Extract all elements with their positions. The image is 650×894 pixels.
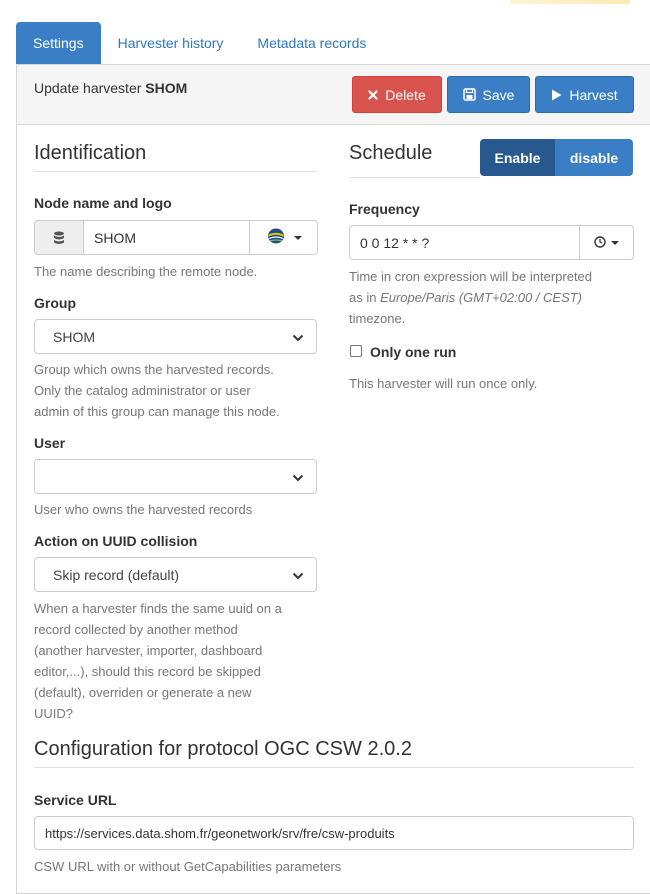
caret-down-icon (611, 240, 619, 245)
logo-dropdown-button[interactable] (250, 220, 318, 255)
frequency-help-line: Time in cron expression will be interpre… (349, 269, 593, 284)
frequency-help-line: as in Europe/Paris (GMT+02:00 / CEST) (349, 287, 639, 308)
panel-header: Update harvester SHOM Delete Save Harves… (17, 65, 650, 125)
globe-logo (266, 227, 286, 248)
frequency-help-prefix: as in (349, 290, 381, 305)
uuid-help-line: record collected by another method (34, 622, 238, 637)
frequency-help: Time in cron expression will be interpre… (349, 266, 639, 329)
group-select[interactable]: SHOM (34, 319, 317, 354)
schedule-divider (349, 177, 480, 178)
group-help: Group which owns the harvested records. … (34, 359, 280, 422)
identification-divider (34, 171, 317, 172)
group-select-value: SHOM (53, 328, 95, 345)
only-one-run-help: This harvester will run once only. (349, 376, 538, 391)
caret-down-icon (293, 235, 302, 240)
service-url-help: CSW URL with or without GetCapabilities … (34, 859, 342, 874)
chevron-down-icon (292, 469, 304, 485)
tab-bar: Settings Harvester history Metadata reco… (16, 22, 650, 64)
database-icon (34, 220, 83, 255)
node-name-label: Node name and logo (34, 195, 172, 211)
floppy-icon (462, 88, 476, 101)
panel-title: Update harvester SHOM (34, 80, 187, 96)
uuid-collision-select[interactable]: Skip record (default) (34, 557, 317, 592)
settings-panel: Update harvester SHOM Delete Save Harves… (16, 64, 650, 894)
frequency-help-line: timezone. (349, 311, 406, 326)
top-decoration (510, 0, 630, 4)
delete-button[interactable]: Delete (352, 76, 442, 113)
node-name-input-group: SHOM (34, 220, 318, 255)
uuid-collision-value: Skip record (default) (53, 566, 180, 583)
save-button[interactable]: Save (447, 76, 530, 113)
times-icon (368, 89, 378, 100)
only-one-run-label[interactable]: Only one run (370, 344, 456, 360)
protocol-title: Configuration for protocol OGC CSW 2.0.2 (34, 738, 412, 760)
group-help-line: admin of this group can manage this node… (34, 404, 280, 419)
uuid-help-line: (default), overriden or generate a new (34, 685, 252, 700)
harvester-name: SHOM (145, 80, 188, 96)
frequency-input-group: 0 0 12 * * ? (349, 225, 634, 260)
cron-picker-button[interactable] (580, 225, 634, 260)
user-select[interactable] (34, 459, 317, 494)
uuid-help-line: editor,...), should this record be skipp… (34, 664, 261, 679)
uuid-help-line: UUID? (34, 706, 74, 721)
uuid-collision-help: When a harvester finds the same uuid on … (34, 598, 282, 724)
harvest-button[interactable]: Harvest (535, 76, 634, 113)
protocol-divider (34, 767, 634, 768)
disable-button[interactable]: disable (555, 139, 633, 176)
tab-metadata-records[interactable]: Metadata records (240, 22, 383, 64)
service-url-label: Service URL (34, 792, 117, 808)
only-one-run-checkbox[interactable] (350, 345, 362, 357)
group-label: Group (34, 295, 76, 311)
schedule-toggle: Enable disable (480, 139, 633, 176)
schedule-title: Schedule (349, 142, 433, 164)
user-label: User (34, 435, 66, 451)
uuid-help-line: (another harvester, importer, dashboard (34, 643, 263, 658)
tab-settings[interactable]: Settings (16, 22, 101, 64)
tab-harvester-history[interactable]: Harvester history (101, 22, 241, 64)
harvest-label: Harvest (569, 86, 618, 103)
panel-title-prefix: Update harvester (34, 80, 142, 96)
timezone-text: Europe/Paris (GMT+02:00 / CEST) (380, 290, 583, 305)
chevron-down-icon (292, 329, 304, 345)
group-help-line: Group which owns the harvested records. (34, 362, 274, 377)
group-help-line: Only the catalog administrator or user (34, 383, 251, 398)
service-url-input[interactable]: https://services.data.shom.fr/geonetwork… (34, 816, 634, 850)
chevron-down-icon (292, 567, 304, 583)
save-label: Save (482, 86, 515, 103)
user-help: User who owns the harvested records (34, 502, 253, 517)
identification-title: Identification (34, 142, 147, 164)
uuid-help-line: When a harvester finds the same uuid on … (34, 601, 282, 616)
frequency-label: Frequency (349, 201, 420, 217)
frequency-field[interactable]: 0 0 12 * * ? (349, 225, 580, 260)
clock-icon (594, 235, 606, 251)
delete-label: Delete (385, 86, 426, 103)
play-icon (551, 89, 562, 101)
node-name-field[interactable]: SHOM (83, 220, 250, 255)
node-name-help: The name describing the remote node. (34, 264, 258, 279)
enable-button[interactable]: Enable (480, 139, 555, 176)
uuid-collision-label: Action on UUID collision (34, 533, 198, 549)
